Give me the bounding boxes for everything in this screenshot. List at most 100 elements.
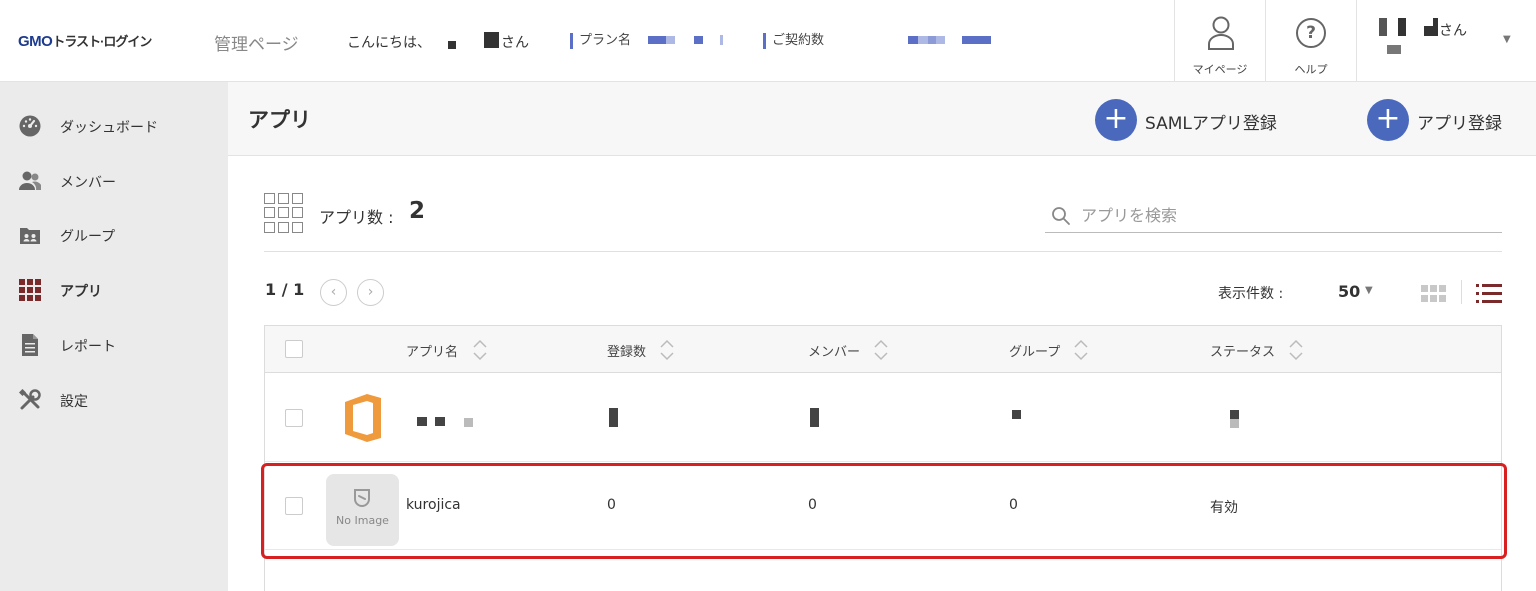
redacted-app-name (435, 417, 445, 426)
column-header-groups[interactable]: グループ (1009, 341, 1060, 360)
mypage-button[interactable]: マイページ (1174, 0, 1265, 82)
row-checkbox[interactable] (285, 409, 303, 427)
caret-down-icon[interactable]: ▼ (1365, 285, 1373, 296)
caret-down-icon: ▼ (1503, 34, 1511, 45)
highlight-box (261, 463, 1507, 559)
sidebar-item-label: 設定 (60, 394, 88, 410)
members-icon (19, 171, 41, 190)
view-divider (1461, 280, 1462, 304)
redacted-contracts-value (928, 36, 936, 44)
redacted-contracts-value (908, 36, 918, 44)
redacted-plan-value (666, 36, 675, 44)
sort-icon[interactable] (659, 338, 675, 362)
dashboard-gauge-icon (19, 115, 41, 137)
select-all-checkbox[interactable] (285, 340, 303, 358)
sidebar-item-members[interactable]: メンバー (0, 159, 228, 203)
redacted-user-name (1424, 26, 1433, 36)
mypage-label: マイページ (1192, 63, 1248, 76)
sidebar-item-label: グループ (60, 229, 116, 245)
search-icon (1052, 207, 1070, 225)
admin-page-label: 管理ページ (214, 35, 299, 55)
column-header-app-name[interactable]: アプリ名 (406, 341, 458, 360)
redacted-user-name (1387, 45, 1401, 54)
office-app-icon (345, 394, 381, 442)
redacted-username-part (484, 32, 499, 48)
redacted-plan-value (648, 36, 666, 44)
redacted-user-name (1379, 18, 1387, 36)
app-count-value: 2 (409, 198, 426, 224)
redacted-status (1230, 419, 1239, 428)
redacted-member-count (810, 408, 819, 427)
sidebar-item-groups[interactable]: グループ (0, 213, 228, 257)
apps-grid-icon (19, 279, 41, 301)
redacted-plan-value (694, 36, 703, 44)
sidebar-item-settings[interactable]: 設定 (0, 378, 228, 422)
contracts-label: ご契約数 (763, 33, 824, 49)
help-icon: ? (1296, 18, 1326, 48)
redacted-app-name (417, 417, 427, 426)
plus-icon: + (1095, 99, 1137, 141)
register-app-button[interactable]: + アプリ登録 (1367, 99, 1527, 141)
redacted-status (1230, 410, 1239, 419)
chevron-right-icon: › (367, 284, 374, 300)
logo-brand: GMO (18, 33, 53, 50)
sidebar-item-dashboard[interactable]: ダッシュボード (0, 104, 228, 148)
sidebar-item-label: メンバー (60, 175, 116, 191)
chevron-left-icon: ‹ (330, 284, 337, 300)
plan-label: プラン名 (570, 33, 631, 49)
tile-view-icon[interactable] (1421, 285, 1447, 303)
app-search-input[interactable] (1081, 199, 1491, 231)
page-header: アプリ + SAMLアプリ登録 + アプリ登録 (228, 82, 1536, 156)
top-header: GMOトラスト·ログイン 管理ページ こんにちは、 さん プラン名 ご契約数 マ… (0, 0, 1536, 82)
logo-rest: トラスト·ログイン (52, 34, 152, 49)
redacted-user-name (1398, 18, 1406, 36)
register-saml-app-label: SAMLアプリ登録 (1145, 114, 1277, 134)
sidebar-item-reports[interactable]: レポート (0, 323, 228, 367)
sort-icon[interactable] (1288, 338, 1304, 362)
greeting-text: こんにちは、 (347, 35, 431, 51)
column-header-status[interactable]: ステータス (1210, 341, 1275, 360)
table-row[interactable] (265, 374, 1501, 462)
group-folder-icon (20, 228, 40, 244)
sidebar-item-label: ダッシュボード (60, 120, 158, 136)
column-header-members[interactable]: メンバー (808, 341, 860, 360)
pagination-indicator: 1 / 1 (265, 280, 305, 299)
page-title: アプリ (248, 108, 311, 132)
table-header: アプリ名 登録数 メンバー グループ ステータス (265, 326, 1501, 373)
register-app-label: アプリ登録 (1417, 114, 1502, 134)
register-saml-app-button[interactable]: + SAMLアプリ登録 (1095, 99, 1295, 141)
app-search-box (1045, 199, 1502, 233)
person-icon (1208, 16, 1234, 50)
tools-icon (19, 389, 41, 410)
redacted-contracts-value (918, 36, 928, 44)
sidebar-item-label: レポート (60, 339, 116, 355)
redacted-contracts-value (936, 36, 945, 44)
user-suffix: さん (1439, 23, 1467, 39)
prev-page-button[interactable]: ‹ (320, 279, 347, 306)
help-label: ヘルプ (1294, 63, 1328, 76)
redacted-contracts-value (962, 36, 991, 44)
redacted-app-name (464, 418, 473, 427)
redacted-username-part (448, 41, 456, 49)
column-header-registered[interactable]: 登録数 (607, 341, 646, 360)
app-count-label: アプリ数 : (319, 208, 394, 227)
sort-icon[interactable] (1073, 338, 1089, 362)
per-page-label: 表示件数 : (1218, 286, 1284, 302)
sort-icon[interactable] (873, 338, 889, 362)
per-page-select[interactable]: 50 (1338, 282, 1360, 301)
logo[interactable]: GMOトラスト·ログイン (18, 31, 152, 50)
sidebar-item-apps[interactable]: アプリ (0, 268, 228, 312)
next-page-button[interactable]: › (357, 279, 384, 306)
greeting-suffix: さん (501, 35, 529, 51)
redacted-group-count (1012, 410, 1021, 419)
help-button[interactable]: ? ヘルプ (1265, 0, 1356, 82)
plus-icon: + (1367, 99, 1409, 141)
redacted-plan-value (720, 35, 723, 45)
sort-icon[interactable] (472, 338, 488, 362)
sidebar-item-label: アプリ (60, 284, 102, 300)
redacted-user-name (1433, 18, 1438, 36)
report-document-icon (22, 334, 38, 356)
apps-grid-outline-icon (264, 193, 304, 233)
user-menu-button[interactable]: さん ▼ (1356, 0, 1536, 82)
list-view-icon[interactable] (1476, 284, 1502, 303)
